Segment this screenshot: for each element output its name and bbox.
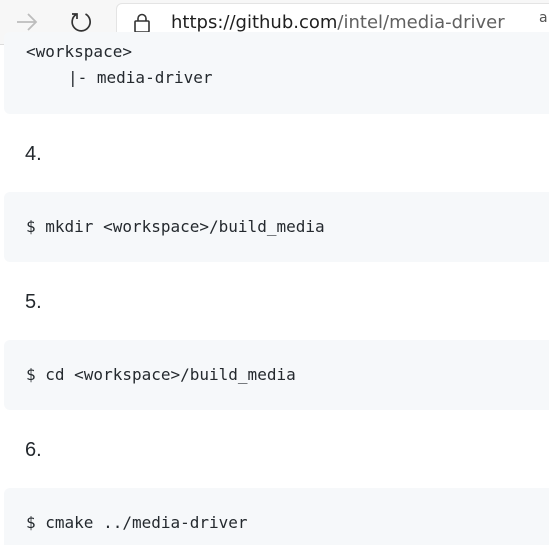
url-text: https://github.com/intel/media-driver: [171, 12, 505, 33]
command-line: $ mkdir <workspace>/build_media: [26, 217, 325, 236]
command-line: $ cmake ../media-driver: [26, 513, 248, 532]
extension-icon[interactable]: a: [539, 10, 549, 26]
step-number: 4.: [25, 143, 42, 165]
command-code-block: $ cd <workspace>/build_media: [4, 340, 549, 410]
tree-root-line: <workspace>: [26, 42, 132, 61]
url-host: https://github.com: [171, 12, 338, 33]
command-line: $ cd <workspace>/build_media: [26, 365, 296, 384]
step-number: 5.: [25, 291, 42, 313]
lock-icon: [134, 13, 150, 33]
step-number: 6.: [25, 439, 42, 461]
arrow-right-icon: [17, 13, 38, 31]
workspace-tree-code-block: <workspace> |- media-driver: [4, 32, 549, 114]
url-path: /intel/media-driver: [337, 12, 505, 33]
command-code-block: $ cmake ../media-driver: [4, 488, 549, 545]
command-code-block: $ mkdir <workspace>/build_media: [4, 192, 549, 262]
tree-child-line: |- media-driver: [68, 68, 213, 87]
